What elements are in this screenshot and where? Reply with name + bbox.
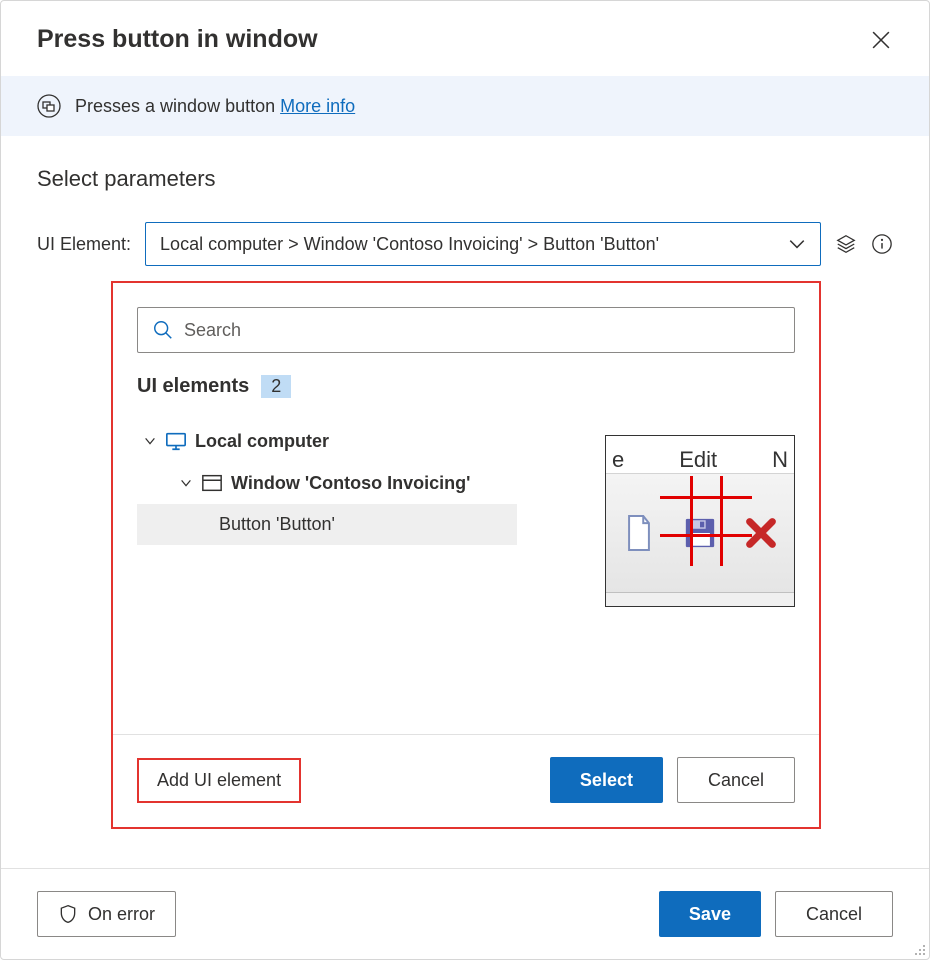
delete-icon xyxy=(744,513,778,553)
preview-toolbar xyxy=(606,474,794,592)
dialog-cancel-button[interactable]: Cancel xyxy=(775,891,893,937)
add-ui-element-button[interactable]: Add UI element xyxy=(137,758,301,803)
ui-element-dropdown[interactable]: Local computer > Window 'Contoso Invoici… xyxy=(145,222,821,266)
element-preview: e Edit N xyxy=(605,435,795,607)
param-label: UI Element: xyxy=(37,234,131,255)
ui-element-popover: UI elements 2 Local computer Window 'Con… xyxy=(111,281,821,829)
close-button[interactable] xyxy=(869,28,893,52)
save-button[interactable]: Save xyxy=(659,891,761,937)
section-title: Select parameters xyxy=(37,166,893,192)
resize-handle-icon[interactable] xyxy=(913,943,927,957)
layers-icon[interactable] xyxy=(835,233,857,255)
count-badge: 2 xyxy=(261,375,291,398)
banner-text: Presses a window button More info xyxy=(75,96,355,117)
chevron-down-icon xyxy=(179,476,193,490)
search-icon xyxy=(152,319,174,341)
param-row: UI Element: Local computer > Window 'Con… xyxy=(37,222,893,266)
tree-item-button[interactable]: Button 'Button' xyxy=(137,504,517,545)
popover-footer: Add UI element Select Cancel xyxy=(113,734,819,827)
window-icon xyxy=(37,94,61,118)
chevron-down-icon xyxy=(788,235,806,253)
search-input[interactable] xyxy=(184,320,780,341)
dialog-footer: On error Save Cancel xyxy=(1,868,929,959)
document-icon xyxy=(622,513,656,553)
info-icon[interactable] xyxy=(871,233,893,255)
window-icon xyxy=(201,472,223,494)
dialog-title: Press button in window xyxy=(37,25,318,54)
close-icon xyxy=(872,31,890,49)
select-button[interactable]: Select xyxy=(550,757,663,803)
header: Press button in window xyxy=(1,1,929,76)
dropdown-value: Local computer > Window 'Contoso Invoici… xyxy=(160,234,659,255)
info-banner: Presses a window button More info xyxy=(1,76,929,136)
elements-header: UI elements 2 xyxy=(137,375,795,398)
monitor-icon xyxy=(165,430,187,452)
search-box[interactable] xyxy=(137,307,795,353)
preview-menubar: e Edit N xyxy=(606,436,794,474)
on-error-button[interactable]: On error xyxy=(37,891,176,937)
popover-cancel-button[interactable]: Cancel xyxy=(677,757,795,803)
shield-icon xyxy=(58,904,78,924)
dialog: Press button in window Presses a window … xyxy=(0,0,930,960)
chevron-down-icon xyxy=(143,434,157,448)
more-info-link[interactable]: More info xyxy=(280,96,355,116)
save-disk-icon xyxy=(683,513,717,553)
scrollbar xyxy=(606,592,794,606)
